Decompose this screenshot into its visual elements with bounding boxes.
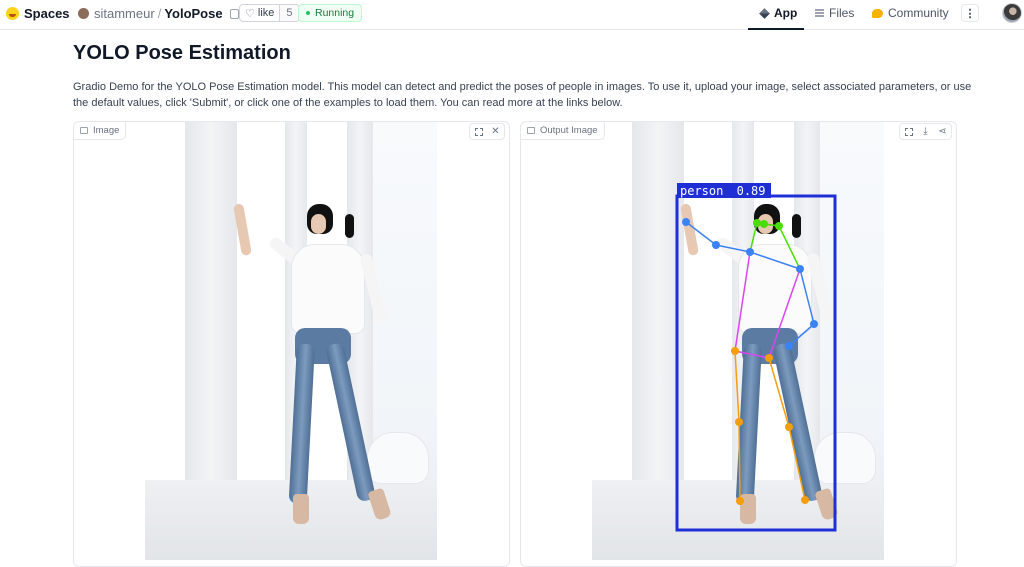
keypoint-left-wrist <box>682 218 690 226</box>
keypoint-right-knee <box>785 423 793 431</box>
keypoint-nose <box>760 220 768 228</box>
pose-overlay: person 0.89 <box>675 183 837 532</box>
tab-app-label: App <box>774 6 798 20</box>
status-badge: Running <box>298 4 363 22</box>
download-button[interactable]: ⤓ <box>917 124 934 139</box>
repo-name-link[interactable]: YoloPose <box>164 6 222 21</box>
huggingface-logo-icon <box>6 7 19 20</box>
window-pane <box>145 122 185 482</box>
limb-right-upper-arm <box>799 268 815 325</box>
repo-breadcrumb: sitammeur / YoloPose <box>78 6 239 21</box>
output-image-toolbar: ⤓ ⋖ <box>899 123 952 140</box>
tab-files-label: Files <box>829 6 855 20</box>
keypoint-left-eye <box>753 219 761 227</box>
keypoint-left-shoulder <box>746 248 754 256</box>
share-icon: ⋖ <box>938 126 947 137</box>
output-label-text: Output Image <box>540 125 598 136</box>
detection-score: 0.89 <box>737 184 766 198</box>
input-image-panel[interactable]: Image ✕ <box>73 121 510 567</box>
keypoint-left-hip <box>731 347 739 355</box>
spaces-brand[interactable]: Spaces <box>6 6 70 21</box>
keypoint-left-ankle <box>736 497 744 505</box>
limb-face-left <box>749 222 758 253</box>
skeleton-keypoints <box>682 218 818 505</box>
files-icon <box>815 9 824 17</box>
tab-app[interactable]: App <box>759 6 798 20</box>
community-icon <box>872 8 883 18</box>
limb-right-forearm <box>788 323 815 347</box>
expand-button[interactable] <box>470 124 487 139</box>
top-navigation-bar: Spaces sitammeur / YoloPose ♡ like 5 Run… <box>0 0 1024 30</box>
keypoint-left-elbow <box>712 241 720 249</box>
like-toggle[interactable]: ♡ like <box>240 5 279 21</box>
tab-community[interactable]: Community <box>872 6 949 20</box>
active-tab-indicator <box>748 28 804 30</box>
skeleton-limbs <box>685 221 815 502</box>
user-avatar[interactable] <box>1002 3 1022 23</box>
person-ponytail <box>345 214 354 238</box>
limb-left-upper-arm <box>715 244 751 253</box>
keypoint-right-wrist <box>785 342 793 350</box>
limb-right-thigh <box>768 357 790 428</box>
limb-right-torso <box>768 268 801 359</box>
detection-label: person 0.89 <box>680 184 766 198</box>
output-image-panel: Output Image ⤓ ⋖ person 0.89 <box>520 121 957 567</box>
page-title: YOLO Pose Estimation <box>73 42 291 64</box>
more-options-icon[interactable]: ⋮ <box>961 4 979 22</box>
brand-label: Spaces <box>24 6 70 21</box>
limb-hips <box>734 350 770 359</box>
owner-link[interactable]: sitammeur <box>94 6 155 21</box>
output-image-label: Output Image <box>521 122 605 140</box>
limb-left-forearm <box>685 221 717 246</box>
limb-right-shin <box>788 426 806 501</box>
person-face <box>311 214 326 234</box>
owner-avatar <box>78 8 89 19</box>
breadcrumb-separator: / <box>157 6 162 21</box>
expand-icon <box>474 127 483 136</box>
page-description: Gradio Demo for the YOLO Pose Estimation… <box>73 81 972 109</box>
person-shirt <box>291 244 365 334</box>
limb-left-shin <box>738 421 741 502</box>
pouf <box>367 432 429 484</box>
tab-community-label: Community <box>888 6 949 20</box>
like-count[interactable]: 5 <box>279 5 299 21</box>
limb-left-torso <box>734 251 751 352</box>
image-icon <box>80 127 88 134</box>
keypoint-right-ankle <box>801 496 809 504</box>
keypoint-right-shoulder <box>796 265 804 273</box>
input-photo <box>145 122 437 560</box>
status-label: Running <box>315 7 355 19</box>
window-pane <box>237 122 285 482</box>
keypoint-right-hip <box>765 354 773 362</box>
keypoint-left-knee <box>735 418 743 426</box>
input-image-label: Image <box>74 122 127 140</box>
expand-button[interactable] <box>900 124 917 139</box>
input-label-text: Image <box>93 125 120 136</box>
image-icon <box>527 127 535 134</box>
person-left-shoe <box>293 494 309 524</box>
clear-image-button[interactable]: ✕ <box>487 124 504 139</box>
like-label: like <box>257 7 275 19</box>
download-icon: ⤓ <box>923 126 928 137</box>
expand-icon <box>904 127 913 136</box>
input-image-toolbar: ✕ <box>469 123 505 140</box>
keypoint-right-eye <box>775 222 783 230</box>
person-bounding-box <box>675 194 837 532</box>
keypoint-right-elbow <box>810 320 818 328</box>
close-icon: ✕ <box>491 126 500 137</box>
detection-class: person <box>680 184 723 198</box>
heart-icon: ♡ <box>245 7 255 20</box>
status-dot-icon <box>306 11 310 15</box>
tab-files[interactable]: Files <box>815 6 854 20</box>
copy-icon[interactable] <box>229 8 239 19</box>
share-button[interactable]: ⋖ <box>934 124 951 139</box>
limb-left-thigh <box>734 350 740 423</box>
like-button[interactable]: ♡ like 5 <box>239 4 300 22</box>
cube-icon <box>759 7 770 19</box>
